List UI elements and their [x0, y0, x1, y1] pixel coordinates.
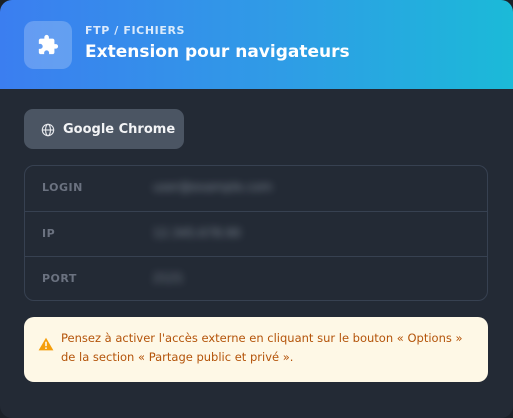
- credentials-table: LOGIN user@example.com IP 12.345.678.90 …: [24, 165, 488, 301]
- header-eyebrow: FTP / FICHIERS: [85, 24, 186, 37]
- credential-key: IP: [42, 227, 56, 240]
- credential-key: PORT: [42, 272, 77, 285]
- credential-row-port: PORT 2121: [25, 256, 487, 300]
- puzzle-icon: [24, 21, 72, 69]
- credential-value[interactable]: 2121: [153, 271, 184, 285]
- credential-value[interactable]: user@example.com: [153, 180, 272, 194]
- credential-row-login: LOGIN user@example.com: [25, 166, 487, 211]
- credential-value[interactable]: 12.345.678.90: [153, 226, 241, 240]
- globe-icon: [41, 122, 55, 137]
- google-chrome-label: Google Chrome: [63, 121, 176, 137]
- page-title: Extension pour navigateurs: [85, 42, 350, 62]
- card-header: FTP / FICHIERS Extension pour navigateur…: [0, 0, 513, 89]
- warning-icon: [38, 336, 54, 351]
- google-chrome-button[interactable]: Google Chrome: [24, 109, 184, 149]
- external-access-notice: Pensez à activer l'accès externe en cliq…: [24, 317, 488, 382]
- credential-key: LOGIN: [42, 181, 83, 194]
- notice-text: Pensez à activer l'accès externe en cliq…: [61, 331, 463, 364]
- credential-row-ip: IP 12.345.678.90: [25, 211, 487, 257]
- extension-card: FTP / FICHIERS Extension pour navigateur…: [0, 0, 513, 418]
